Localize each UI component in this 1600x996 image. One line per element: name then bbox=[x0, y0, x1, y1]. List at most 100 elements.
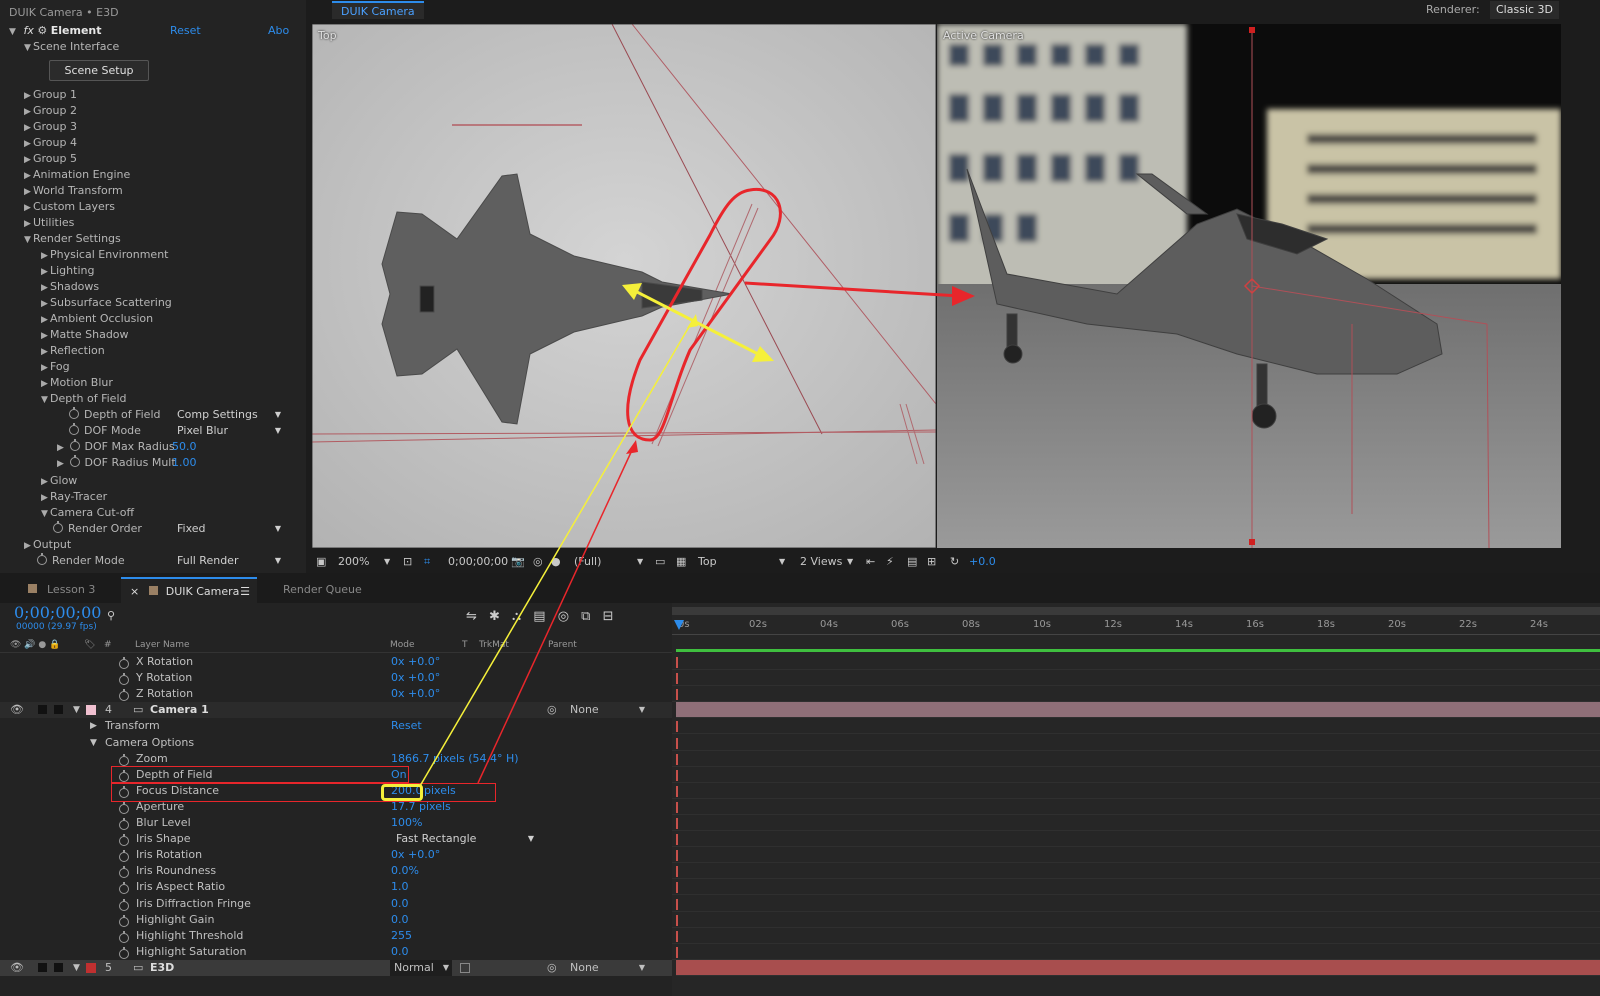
views-layout-select[interactable]: 2 Views bbox=[800, 551, 842, 573]
property-track[interactable] bbox=[672, 654, 1600, 670]
keyframe-marker-icon[interactable] bbox=[676, 866, 678, 878]
layer-duration-bar[interactable] bbox=[676, 702, 1600, 719]
keyframe-marker-icon[interactable] bbox=[676, 721, 678, 733]
disclosure-triangle-icon[interactable]: ▶ bbox=[24, 538, 33, 554]
stopwatch-icon[interactable] bbox=[69, 423, 79, 435]
renderer-select[interactable]: Classic 3D bbox=[1490, 1, 1560, 19]
property-track[interactable] bbox=[672, 912, 1600, 928]
property-value[interactable]: 100% bbox=[391, 815, 422, 831]
disclosure-triangle-icon[interactable]: ▶ bbox=[41, 344, 50, 360]
exposure-value[interactable]: +0.0 bbox=[969, 551, 996, 573]
property-track[interactable] bbox=[672, 944, 1600, 960]
work-area-bar[interactable] bbox=[672, 607, 1600, 615]
keyframe-marker-icon[interactable] bbox=[676, 898, 678, 910]
effect-group-camera-cut-off[interactable]: ▼ Camera Cut-off bbox=[41, 505, 134, 521]
iris-shape-select[interactable]: Fast Rectangle ▼ bbox=[392, 831, 538, 847]
tab-lesson-3[interactable]: Lesson 3 bbox=[28, 577, 95, 603]
current-time-display[interactable]: 0;00;00;00 bbox=[14, 603, 101, 622]
stopwatch-icon[interactable] bbox=[119, 930, 129, 943]
disclosure-triangle-icon[interactable]: ▶ bbox=[41, 248, 50, 264]
timeline-switch-icons[interactable]: ⇋ ✱ ⛬ ▤ ◎ ⧉ ⊟ bbox=[466, 609, 613, 624]
effect-group-output[interactable]: ▶ Output bbox=[24, 537, 71, 553]
disclosure-triangle-icon[interactable]: ▶ bbox=[24, 88, 33, 104]
property-row[interactable]: Iris Roundness 0.0% bbox=[0, 863, 672, 879]
effect-group-physical-environment[interactable]: ▶ Physical Environment bbox=[41, 247, 168, 263]
property-value[interactable]: 0.0 bbox=[391, 944, 409, 960]
lock-toggle[interactable] bbox=[54, 962, 63, 972]
reset-exposure-icon[interactable]: ↻ bbox=[950, 551, 959, 573]
stopwatch-icon[interactable] bbox=[119, 818, 129, 830]
snapshot-icon[interactable]: 📷 bbox=[511, 551, 525, 573]
menu-icon[interactable]: ☰ bbox=[240, 579, 250, 605]
render-mode-dropdown[interactable]: Full Render ▼ bbox=[177, 553, 281, 569]
disclosure-triangle-icon[interactable]: ▶ bbox=[24, 136, 33, 152]
property-track[interactable] bbox=[672, 831, 1600, 848]
disclosure-triangle-icon[interactable]: ▶ bbox=[24, 184, 33, 200]
layer-name[interactable]: E3D bbox=[150, 960, 174, 976]
effect-group-shadows[interactable]: ▶ Shadows bbox=[41, 279, 99, 295]
timeline-icon[interactable]: ▤ bbox=[907, 551, 917, 573]
chevron-down-icon[interactable]: ▼ bbox=[637, 551, 643, 573]
property-value[interactable]: 0.0 bbox=[391, 912, 409, 928]
property-value[interactable]: 1866.7 pixels (54.4° H) bbox=[391, 751, 519, 767]
layer-name[interactable]: Camera 1 bbox=[150, 702, 209, 718]
chevron-down-icon[interactable]: ▼ bbox=[779, 551, 785, 573]
property-track[interactable] bbox=[672, 863, 1600, 880]
effect-group-utilities[interactable]: ▶ Utilities bbox=[24, 215, 74, 231]
stopwatch-icon[interactable] bbox=[69, 407, 79, 419]
effect-group-matte-shadow[interactable]: ▶ Matte Shadow bbox=[41, 327, 129, 343]
property-track[interactable] bbox=[672, 670, 1600, 687]
dof-prop-depth-of-field[interactable]: Depth of Field bbox=[69, 407, 161, 423]
property-track[interactable] bbox=[672, 686, 1600, 703]
fit-icon[interactable]: ⊡ bbox=[403, 551, 412, 573]
stopwatch-icon[interactable] bbox=[119, 657, 129, 669]
eye-icon[interactable]: 👁 bbox=[10, 702, 24, 718]
disclosure-triangle-icon[interactable]: ▶ bbox=[41, 360, 50, 376]
effect-group-scene-interface[interactable]: ▼ Scene Interface bbox=[24, 39, 119, 55]
effect-group-group-5[interactable]: ▶ Group 5 bbox=[24, 151, 77, 167]
solo-toggle[interactable] bbox=[38, 962, 47, 972]
disclosure-triangle-icon[interactable]: ▶ bbox=[57, 440, 66, 456]
toggle-pixel-icon[interactable]: ⇤ bbox=[866, 551, 875, 573]
disclosure-triangle-icon[interactable]: ▶ bbox=[41, 312, 50, 328]
keyframe-marker-icon[interactable] bbox=[676, 930, 678, 942]
dof-prop-dof-mode[interactable]: DOF Mode bbox=[69, 423, 141, 439]
disclosure-triangle-icon[interactable]: ▼ bbox=[41, 506, 50, 522]
disclosure-triangle-icon[interactable]: ▶ bbox=[41, 264, 50, 280]
stopwatch-icon[interactable] bbox=[119, 882, 129, 895]
effect-group-group-1[interactable]: ▶ Group 1 bbox=[24, 87, 77, 103]
property-row[interactable]: Zoom 1866.7 pixels (54.4° H) bbox=[0, 751, 672, 767]
flowchart-icon[interactable]: ⊞ bbox=[927, 551, 936, 573]
property-row[interactable]: Iris Shape Fast Rectangle ▼ bbox=[0, 831, 672, 847]
render-mode-row[interactable]: Render Mode bbox=[37, 553, 125, 569]
property-track[interactable] bbox=[672, 718, 1600, 735]
layer-row[interactable]: 👁 ▼ 4 ▭ Camera 1 ◎ None ▼ bbox=[0, 702, 672, 719]
effect-group-reflection[interactable]: ▶ Reflection bbox=[41, 343, 105, 359]
time-ruler[interactable]: 0s 02s 04s 06s 08s 10s 12s 14s 16s 18s 20s 22s 24s bbox=[672, 617, 1600, 635]
stopwatch-icon[interactable] bbox=[69, 455, 80, 467]
keyframe-marker-icon[interactable] bbox=[676, 753, 678, 765]
reset-link[interactable]: Reset bbox=[170, 23, 201, 39]
lock-toggle[interactable] bbox=[54, 705, 63, 715]
keyframe-marker-icon[interactable] bbox=[676, 834, 678, 846]
property-row[interactable]: Y Rotation 0x +0.0° bbox=[0, 670, 672, 686]
disclosure-triangle-icon[interactable]: ▶ bbox=[24, 104, 33, 120]
keyframe-marker-icon[interactable] bbox=[676, 914, 678, 926]
property-value[interactable]: 0.0% bbox=[391, 863, 419, 879]
stopwatch-icon[interactable] bbox=[119, 673, 129, 686]
resolution-select[interactable]: (Full) bbox=[574, 551, 601, 573]
property-row[interactable]: Blur Level 100% bbox=[0, 815, 672, 831]
property-track[interactable] bbox=[672, 896, 1600, 912]
disclosure-triangle-icon[interactable]: ▶ bbox=[41, 328, 50, 344]
property-value[interactable]: 0.0 bbox=[391, 896, 409, 912]
disclosure-triangle-icon[interactable]: ▼ bbox=[24, 40, 33, 56]
disclosure-triangle-icon[interactable]: ▶ bbox=[41, 474, 50, 490]
prop-dropdown[interactable]: Pixel Blur ▼ bbox=[177, 423, 281, 439]
property-track[interactable] bbox=[672, 815, 1600, 831]
keyframe-marker-icon[interactable] bbox=[676, 818, 678, 829]
pickwhip-icon[interactable]: ◎ bbox=[547, 960, 557, 976]
keyframe-marker-icon[interactable] bbox=[676, 657, 678, 668]
solo-toggle[interactable] bbox=[38, 705, 47, 715]
effect-group-lighting[interactable]: ▶ Lighting bbox=[41, 263, 94, 279]
property-value[interactable]: 0x +0.0° bbox=[391, 654, 440, 670]
